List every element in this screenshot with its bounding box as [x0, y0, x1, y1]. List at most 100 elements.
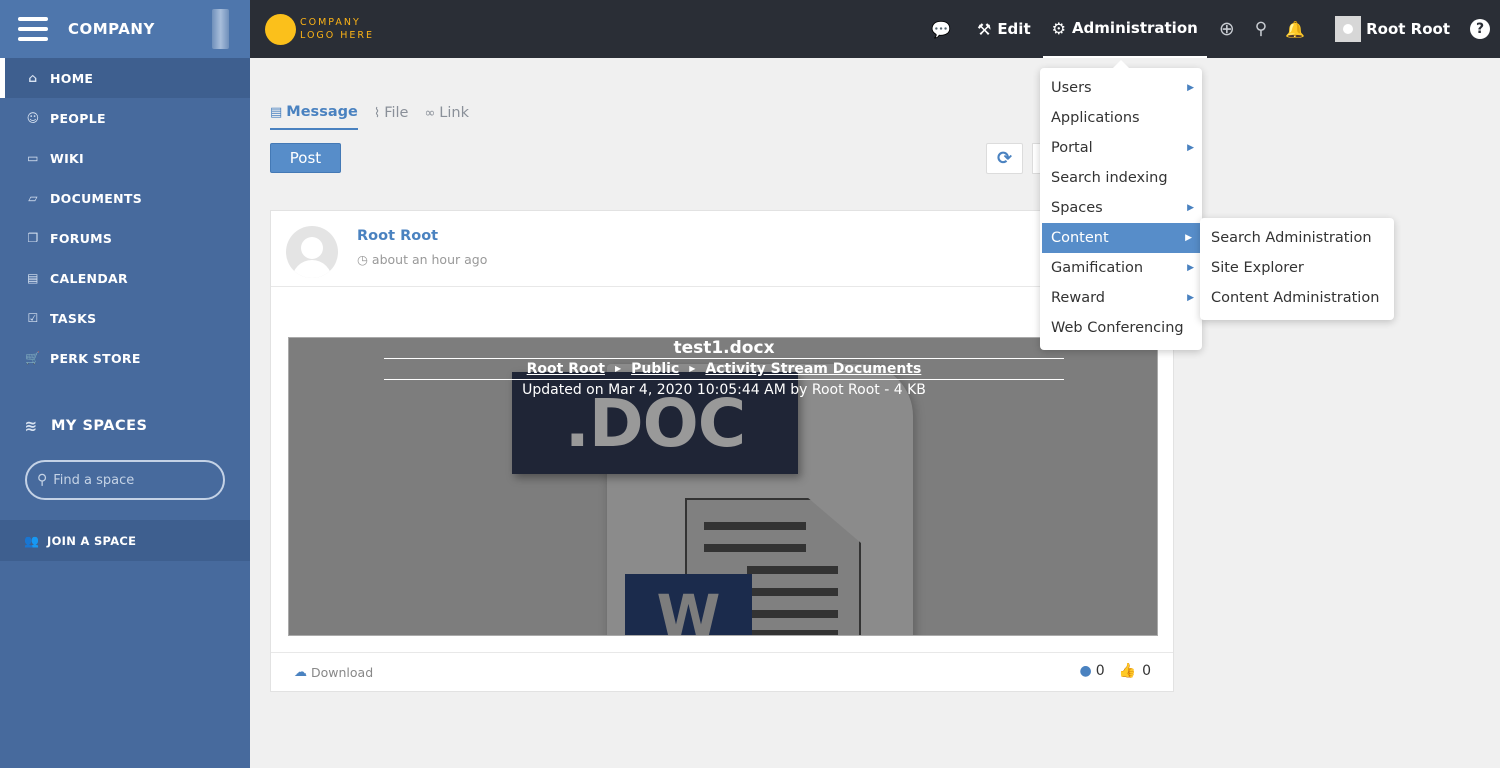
sidebar-item-calendar[interactable]: ▤ CALENDAR [0, 258, 250, 298]
add-circle-icon[interactable]: ⊕ [1219, 18, 1235, 40]
tab-file[interactable]: ⌇ File [374, 100, 409, 130]
layers-icon: ≋ [24, 417, 38, 435]
file-info-overlay: test1.docx Root Root ▶ Public ▶ Activity… [384, 338, 1064, 398]
sidebar-toggle-handle[interactable] [212, 9, 229, 49]
sidebar-item-label: DOCUMENTS [50, 190, 142, 206]
user-name: Root Root [1366, 20, 1450, 38]
sidebar-item-label: PERK STORE [50, 350, 141, 366]
sidebar-item-label: PEOPLE [50, 110, 106, 126]
cart-icon: 🛒 [25, 351, 41, 365]
menu-item-search-indexing[interactable]: Search indexing [1040, 163, 1202, 193]
activity-actions: ● 0 👍 0 [1080, 663, 1152, 679]
document-icon: ▤ [270, 104, 283, 120]
tab-label: Message [286, 104, 358, 120]
divider [384, 379, 1064, 380]
administration-label: Administration [1071, 19, 1198, 37]
cloud-download-icon: ☁ [294, 665, 307, 680]
file-meta: Updated on Mar 4, 2020 10:05:44 AM by Ro… [522, 382, 926, 398]
caret-right-icon: ▶ [1187, 293, 1194, 303]
breadcrumb-item[interactable]: Activity Stream Documents [705, 359, 921, 379]
sidebar-item-perk-store[interactable]: 🛒 PERK STORE [0, 338, 250, 378]
people-icon: ☺ [26, 111, 40, 125]
post-button[interactable]: Post [270, 143, 341, 173]
menu-item-content[interactable]: Content ▶ [1042, 223, 1200, 253]
menu-item-site-explorer[interactable]: Site Explorer [1200, 253, 1394, 283]
activity-card: Root Root ◷ about an hour ago .DOC W tes… [270, 210, 1174, 692]
find-space-input[interactable]: ⚲ Find a space [25, 460, 225, 500]
logo-line-2: LOGO HERE [300, 30, 375, 41]
join-space-button[interactable]: 👥 JOIN A SPACE [0, 520, 250, 561]
avatar[interactable] [286, 226, 338, 278]
wiki-icon: ▭ [27, 151, 39, 165]
administration-button[interactable]: ⚙ Administration [1042, 0, 1207, 58]
my-spaces-heading[interactable]: ≋ MY SPACES [0, 406, 250, 446]
tab-label: File [384, 105, 409, 121]
file-name[interactable]: test1.docx [384, 338, 1064, 358]
tab-link[interactable]: ∞ Link [424, 100, 469, 130]
link-icon: ∞ [424, 105, 436, 121]
company-logo[interactable] [265, 13, 296, 45]
top-navbar: COMPANY LOGO HERE 💬 ⚒ Edit ⚙ Administrat… [250, 0, 1500, 58]
tab-label: Link [439, 105, 469, 121]
activity-author-link[interactable]: Root Root [357, 228, 438, 244]
preview-line [704, 544, 806, 552]
breadcrumb-separator-icon: ▶ [689, 364, 696, 373]
logo-line-1: COMPANY [300, 17, 361, 28]
caret-right-icon: ▶ [1187, 203, 1194, 213]
company-name: COMPANY [68, 20, 155, 38]
like-count: 0 [1142, 663, 1151, 679]
search-icon[interactable]: ⚲ [1255, 19, 1267, 39]
activity-timestamp: ◷ about an hour ago [357, 252, 487, 267]
sidebar-item-people[interactable]: ☺ PEOPLE [0, 98, 250, 138]
user-menu[interactable]: Root Root [1335, 0, 1450, 58]
menu-item-spaces[interactable]: Spaces ▶ [1040, 193, 1202, 223]
comment-count: 0 [1095, 663, 1105, 679]
menu-item-users[interactable]: Users ▶ [1040, 73, 1202, 103]
refresh-icon[interactable]: ⟳ [986, 143, 1023, 174]
sidebar-nav: ⌂ HOME ☺ PEOPLE ▭ WIKI ▱ DOCUMENTS ❐ FOR… [0, 58, 250, 378]
breadcrumb-item[interactable]: Root Root [527, 359, 605, 379]
company-logo-text: COMPANY LOGO HERE [300, 16, 374, 42]
word-icon: W [625, 574, 752, 635]
comment-icon[interactable]: ● [1080, 663, 1092, 679]
timestamp-text: about an hour ago [371, 252, 488, 267]
menu-item-label: Web Conferencing [1051, 320, 1184, 336]
menu-item-search-administration[interactable]: Search Administration [1200, 223, 1394, 253]
content-submenu: Search Administration Site Explorer Cont… [1200, 218, 1394, 320]
sidebar-item-home[interactable]: ⌂ HOME [0, 58, 250, 98]
sidebar-item-label: CALENDAR [50, 270, 128, 286]
caret-right-icon: ▶ [1187, 83, 1194, 93]
edit-button[interactable]: ⚒ Edit [977, 0, 1041, 58]
bell-icon[interactable]: 🔔 [1285, 20, 1305, 39]
sidebar-item-tasks[interactable]: ☑ TASKS [0, 298, 250, 338]
menu-item-portal[interactable]: Portal ▶ [1040, 133, 1202, 163]
menu-item-reward[interactable]: Reward ▶ [1040, 283, 1202, 313]
menu-item-web-conferencing[interactable]: Web Conferencing [1040, 313, 1202, 343]
tab-message[interactable]: ▤ Message [270, 100, 358, 130]
download-button[interactable]: ☁ Download [294, 665, 373, 680]
sidebar-item-forums[interactable]: ❐ FORUMS [0, 218, 250, 258]
menu-item-applications[interactable]: Applications [1040, 103, 1202, 133]
edit-label: Edit [997, 20, 1031, 38]
menu-item-label: Users [1051, 80, 1092, 96]
sidebar-item-label: WIKI [50, 150, 84, 166]
sidebar-item-wiki[interactable]: ▭ WIKI [0, 138, 250, 178]
menu-item-label: Content [1051, 230, 1109, 246]
menu-item-gamification[interactable]: Gamification ▶ [1040, 253, 1202, 283]
chat-icon[interactable]: 💬 [931, 20, 951, 39]
preview-line [747, 588, 838, 596]
caret-right-icon: ▶ [1185, 233, 1192, 243]
document-preview[interactable]: .DOC W test1.docx Root Root ▶ Public ▶ A… [288, 337, 1158, 636]
find-space-placeholder: Find a space [53, 472, 135, 488]
divider [271, 286, 1173, 287]
help-icon[interactable]: ? [1470, 19, 1490, 39]
home-icon: ⌂ [28, 71, 38, 85]
menu-item-content-administration[interactable]: Content Administration [1200, 283, 1394, 313]
sidebar-item-documents[interactable]: ▱ DOCUMENTS [0, 178, 250, 218]
search-icon: ⚲ [37, 472, 48, 488]
breadcrumb-item[interactable]: Public [631, 359, 679, 379]
preview-line [704, 522, 806, 530]
menu-item-label: Applications [1051, 110, 1140, 126]
like-icon[interactable]: 👍 [1119, 663, 1136, 679]
hamburger-menu-icon[interactable] [18, 17, 48, 41]
